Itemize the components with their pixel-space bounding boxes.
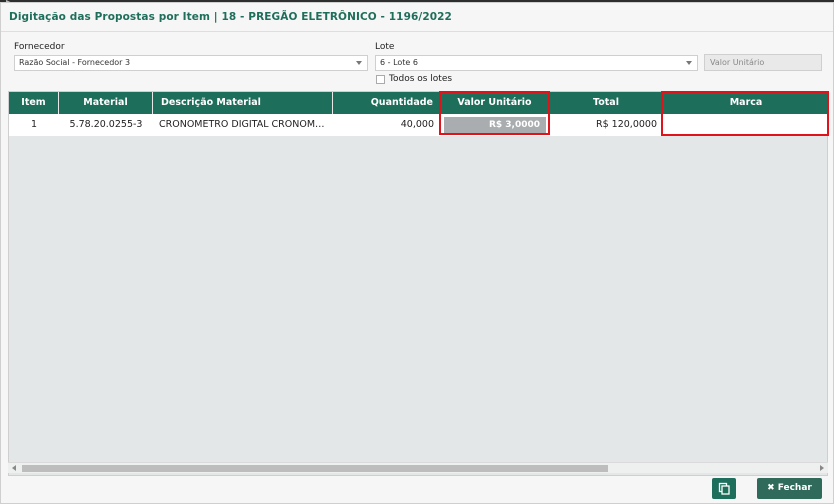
fornecedor-label: Fornecedor bbox=[14, 42, 65, 52]
fechar-label: Fechar bbox=[777, 483, 812, 493]
lote-select-value: 6 - Lote 6 bbox=[380, 58, 418, 67]
scroll-left-icon[interactable] bbox=[12, 465, 16, 471]
column-header-total[interactable]: Total bbox=[550, 92, 663, 114]
column-header-valor-unitario[interactable]: Valor Unitário bbox=[440, 92, 550, 114]
close-icon: ✖ bbox=[767, 483, 775, 493]
table-row-marca[interactable] bbox=[663, 114, 827, 136]
copy-icon bbox=[718, 482, 730, 495]
scrollbar-thumb[interactable] bbox=[22, 465, 608, 472]
valor-unitario-field[interactable]: Valor Unitário bbox=[704, 54, 822, 71]
column-header-marca[interactable]: Marca bbox=[663, 92, 827, 114]
title-divider bbox=[1, 31, 833, 32]
column-header-item[interactable]: Item bbox=[9, 92, 59, 114]
column-header-descricao[interactable]: Descrição Material bbox=[153, 92, 333, 114]
scroll-right-icon[interactable] bbox=[820, 465, 824, 471]
lote-label: Lote bbox=[375, 42, 395, 52]
fornecedor-select[interactable]: Razão Social - Fornecedor 3 bbox=[14, 55, 368, 71]
chevron-down-icon bbox=[356, 61, 362, 65]
table-row-total[interactable]: R$ 120,0000 bbox=[550, 114, 663, 136]
proposals-grid: Item Material Descrição Material Quantid… bbox=[8, 91, 828, 476]
table-row-item[interactable]: 1 bbox=[9, 114, 59, 136]
horizontal-scrollbar[interactable] bbox=[8, 462, 828, 473]
valor-unitario-editor[interactable]: R$ 3,0000 bbox=[444, 117, 546, 133]
dialog-title: Digitação das Propostas por Item | 18 - … bbox=[9, 11, 452, 23]
fechar-button[interactable]: ✖ Fechar bbox=[757, 478, 822, 499]
todos-os-lotes-label: Todos os lotes bbox=[389, 74, 453, 84]
lote-select[interactable]: 6 - Lote 6 bbox=[375, 55, 698, 71]
copy-button[interactable] bbox=[712, 478, 736, 499]
column-header-quantidade[interactable]: Quantidade bbox=[333, 92, 440, 114]
table-row-descricao[interactable]: CRONOMETRO DIGITAL CRONOM… bbox=[153, 114, 333, 136]
table-row-material[interactable]: 5.78.20.0255-3 bbox=[59, 114, 153, 136]
column-header-material[interactable]: Material bbox=[59, 92, 153, 114]
chevron-down-icon bbox=[686, 61, 692, 65]
todos-os-lotes-checkbox[interactable] bbox=[376, 75, 385, 84]
proposal-entry-dialog: Digitação das Propostas por Item | 18 - … bbox=[0, 2, 834, 504]
fornecedor-select-value: Razão Social - Fornecedor 3 bbox=[19, 58, 131, 67]
table-row-quantidade[interactable]: 40,000 bbox=[333, 114, 440, 136]
